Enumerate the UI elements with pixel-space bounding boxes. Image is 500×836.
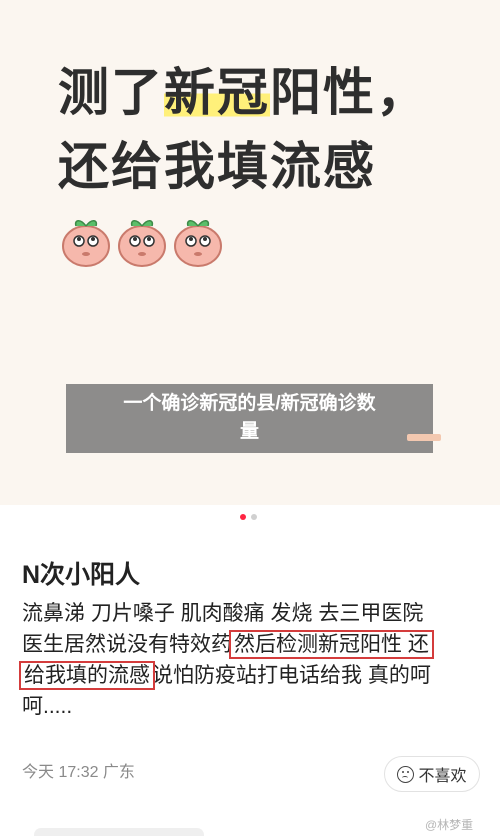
headline-highlight: 新冠	[164, 64, 271, 121]
watermark: @林梦重	[425, 818, 474, 832]
headline-line-1: 测了新冠阳性，	[58, 56, 458, 130]
note-line-3-post: 说怕防疫站打电话给我 真的呵	[152, 664, 431, 687]
note-highlight-box-2: 给我填的流感	[19, 661, 155, 690]
peach-face-icon	[174, 220, 222, 267]
title-banner: 一个确诊新冠的县/新冠确诊数 量	[66, 384, 433, 453]
note-title: N次小阳人	[22, 561, 141, 589]
note-highlight-box-1: 然后检测新冠阳性 还	[229, 630, 434, 659]
note-line-4: 呵.....	[22, 695, 73, 718]
note-body: 流鼻涕 刀片嗓子 肌肉酸痛 发烧 去三甲医院 医生居然说没有特效药然后检测新冠阳…	[19, 598, 482, 722]
post-time-location: 今天 17:32 广东	[22, 764, 135, 781]
page: 测了新冠阳性， 还给我填流感 一个确诊新冠的县/新冠确诊数 量 N次小阳人 流鼻…	[0, 0, 500, 836]
banner-accent-bar	[407, 434, 441, 441]
banner-line-1: 一个确诊新冠的县/新冠确诊数	[123, 393, 376, 414]
banner-line-2: 量	[239, 421, 259, 442]
peach-face-icon	[118, 220, 166, 267]
emoji-row	[60, 208, 224, 268]
note-line-1: 流鼻涕 刀片嗓子 肌肉酸痛 发烧 去三甲医院	[22, 602, 424, 625]
image-headline: 测了新冠阳性， 还给我填流感	[58, 56, 458, 204]
dislike-label: 不喜欢	[418, 768, 467, 785]
carousel-dot-active[interactable]	[240, 514, 246, 520]
bottom-comment-bar[interactable]	[34, 828, 204, 836]
note-line-3: 给我填的流感说怕防疫站打电话给我 真的呵	[19, 660, 482, 691]
peach-face-icon	[62, 220, 110, 267]
frown-face-icon	[397, 765, 415, 783]
note-line-2-pre: 医生居然说没有特效药	[22, 633, 232, 656]
headline-post: 阳性，	[270, 64, 430, 121]
carousel-dot[interactable]	[251, 514, 257, 520]
headline-line-2: 还给我填流感	[58, 138, 377, 195]
carousel-indicator	[240, 514, 257, 520]
dislike-button[interactable]: 不喜欢	[384, 756, 480, 792]
note-line-2: 医生居然说没有特效药然后检测新冠阳性 还	[22, 629, 482, 660]
headline-pre: 测了	[58, 64, 165, 121]
